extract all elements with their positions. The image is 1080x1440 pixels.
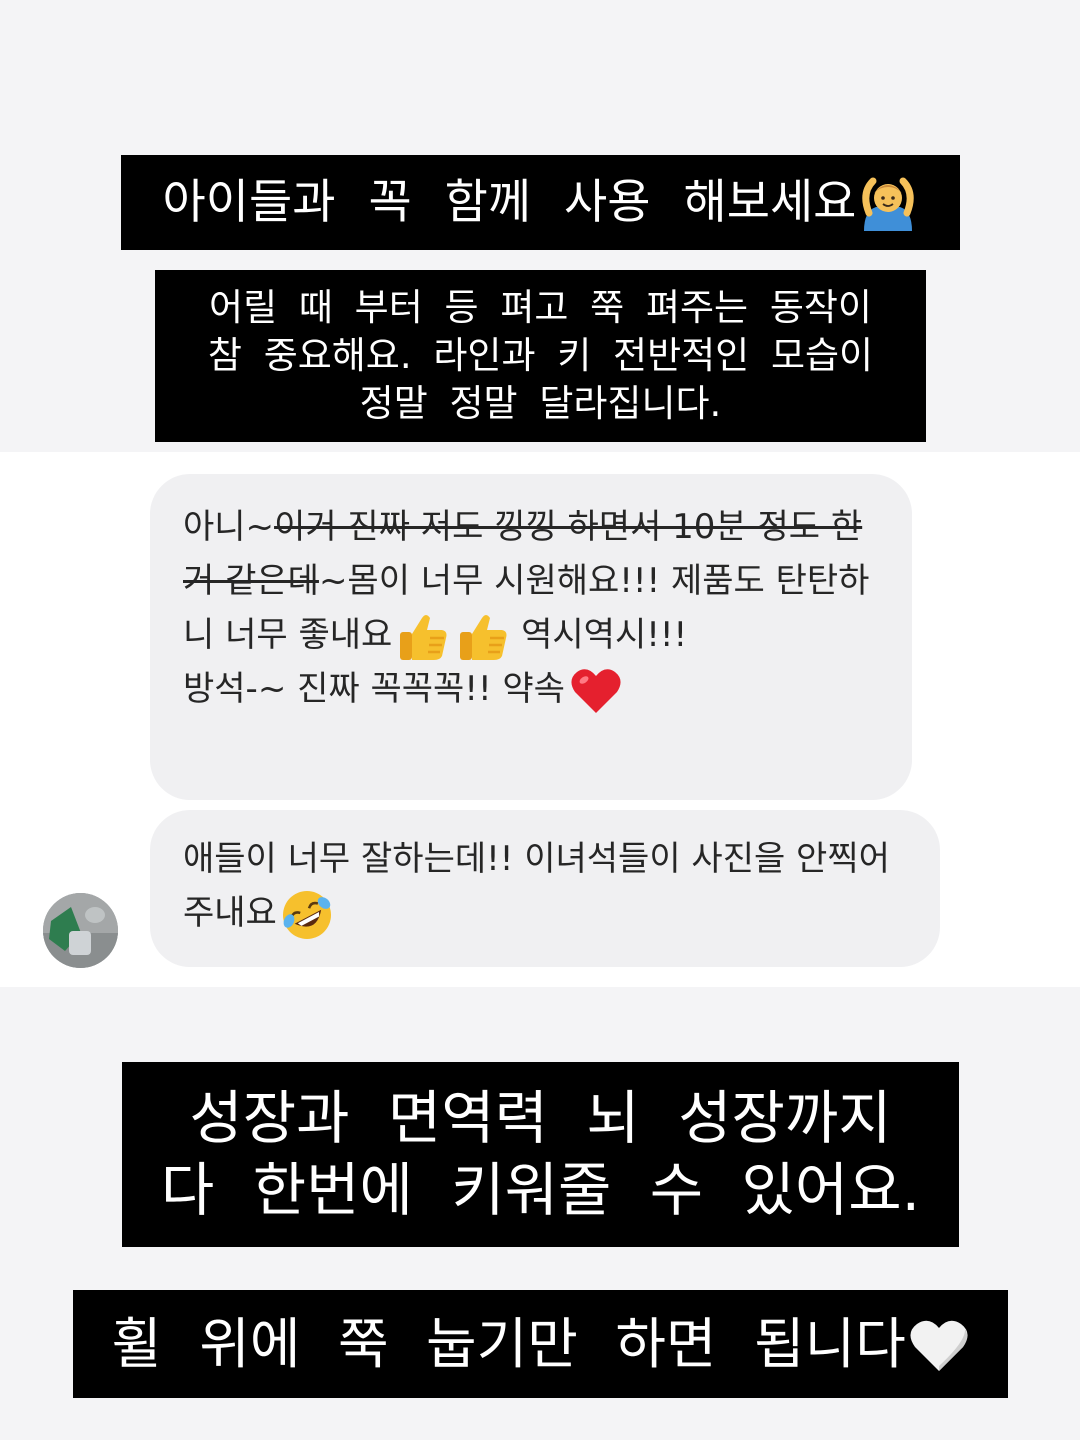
thumbs-up-icon xyxy=(456,612,510,662)
message-1-text-end: 역시역시!!! xyxy=(510,615,688,655)
caption-top-text: 아이들과 꼭 함께 사용 해보세요 xyxy=(162,175,857,230)
caption-bottom-text: 휠 위에 쭉 눕기만 하면 됩니다 xyxy=(111,1312,906,1376)
red-heart-icon xyxy=(569,666,623,716)
caption-growth-line-2: 다 한번에 키워줄 수 있어요. xyxy=(160,1156,921,1224)
thumbs-up-icon xyxy=(396,612,450,662)
caption-growth-line-1: 성장과 면역력 뇌 성장까지 xyxy=(189,1084,892,1152)
caption-intro: 어릴 때 부터 등 펴고 쭉 펴주는 동작이 참 중요해요. 라인과 키 전반적… xyxy=(155,270,926,442)
rolling-on-floor-laughing-icon xyxy=(280,888,334,942)
message-1-line-2: 방석-~ 진짜 꼭꼭꼭!! 약속 xyxy=(183,669,565,709)
caption-top: 아이들과 꼭 함께 사용 해보세요 xyxy=(121,155,960,250)
white-heart-icon xyxy=(908,1316,970,1374)
message-bubble-1: 아니~이거 진짜 저도 낑낑 하면서 10분 정도 한거 같은데~몸이 너무 시… xyxy=(150,474,912,800)
sender-avatar[interactable] xyxy=(43,893,118,968)
caption-intro-line-1: 어릴 때 부터 등 펴고 쭉 펴주는 동작이 xyxy=(209,286,872,329)
caption-bottom: 휠 위에 쭉 눕기만 하면 됩니다 xyxy=(73,1290,1008,1398)
caption-intro-line-3: 정말 정말 달라집니다. xyxy=(359,382,722,425)
caption-growth: 성장과 면역력 뇌 성장까지 다 한번에 키워줄 수 있어요. xyxy=(122,1062,959,1247)
avatar-photo-icon xyxy=(43,893,118,968)
message-bubble-2: 애들이 너무 잘하는데!! 이녀석들이 사진을 안찍어주내요 xyxy=(150,810,940,967)
caption-intro-line-2: 참 중요해요. 라인과 키 전반적인 모습이 xyxy=(207,334,874,377)
person-gesturing-ok-icon xyxy=(858,173,918,233)
message-1-prefix: 아니~ xyxy=(183,507,275,547)
